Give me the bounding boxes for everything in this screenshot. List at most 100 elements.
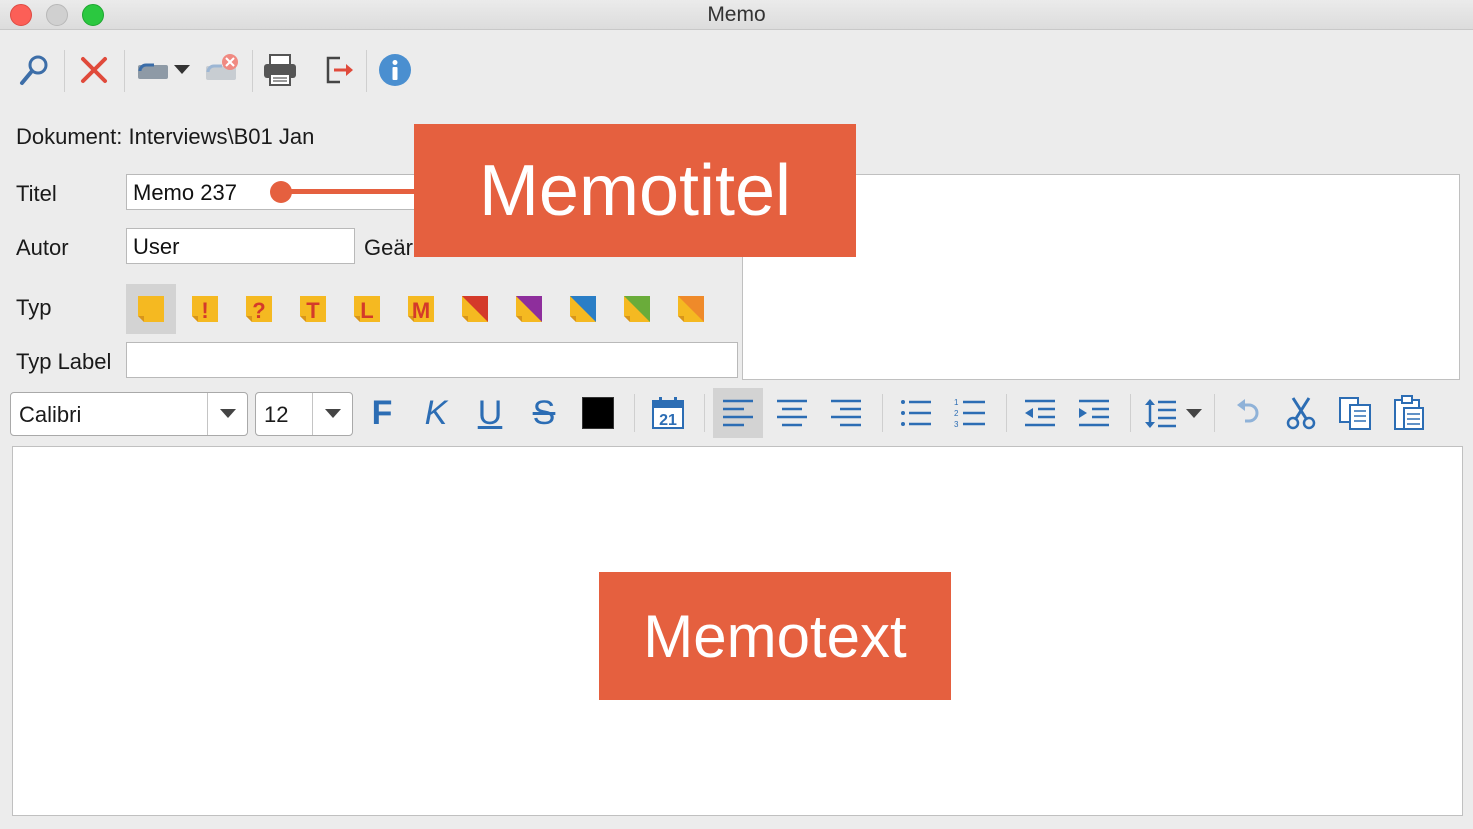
title-bar: Memo xyxy=(0,0,1473,30)
calendar-icon: 21 xyxy=(652,397,684,429)
export-button[interactable] xyxy=(316,48,360,92)
memo-note-icon xyxy=(570,296,596,322)
memo-note-icon xyxy=(624,296,650,322)
search-button[interactable] xyxy=(12,48,56,92)
format-separator xyxy=(1130,394,1131,432)
font-size-value: 12 xyxy=(264,402,289,427)
format-separator xyxy=(634,394,635,432)
memo-note-icon xyxy=(138,296,164,322)
paste-button[interactable] xyxy=(1384,388,1434,438)
memo-type-plain-button[interactable] xyxy=(126,284,176,334)
indent-button[interactable] xyxy=(1069,388,1119,438)
underline-icon: U xyxy=(477,394,503,432)
author-input[interactable]: User xyxy=(126,228,355,264)
copy-button[interactable] xyxy=(1330,388,1380,438)
memo-note-icon: ? xyxy=(246,296,272,323)
align-left-icon xyxy=(723,399,753,427)
underline-button[interactable]: U xyxy=(465,388,515,438)
copy-icon xyxy=(1339,397,1371,430)
delete-button[interactable] xyxy=(72,48,116,92)
window-title: Memo xyxy=(707,3,766,26)
memo-type-purple-button[interactable] xyxy=(504,284,554,334)
undo-button[interactable] xyxy=(1223,388,1273,438)
info-icon xyxy=(379,54,411,86)
text-color-button[interactable] xyxy=(573,388,623,438)
author-label: Autor xyxy=(16,235,69,260)
memo-note-icon xyxy=(516,296,542,322)
numbered-list-icon: 1 2 3 xyxy=(954,398,985,428)
info-button[interactable] xyxy=(373,48,417,92)
memo-type-glyph: ? xyxy=(252,298,265,323)
search-icon xyxy=(20,55,48,85)
type-label-input[interactable] xyxy=(126,342,738,378)
link-dropdown-icon xyxy=(138,63,190,79)
link-dropdown-button[interactable] xyxy=(134,48,194,92)
delete-icon xyxy=(81,57,107,83)
memo-note-icon xyxy=(462,296,488,322)
font-family-select[interactable]: Calibri xyxy=(10,392,248,436)
unlink-button[interactable] xyxy=(200,48,244,92)
title-label: Titel xyxy=(16,181,57,206)
type-label: Typ xyxy=(16,295,52,320)
cut-button[interactable] xyxy=(1276,388,1326,438)
type-label-label: Typ Label xyxy=(16,349,112,374)
font-family-value: Calibri xyxy=(19,402,82,427)
memo-type-green-button[interactable] xyxy=(612,284,662,334)
strikethrough-icon: S xyxy=(532,394,556,432)
callout-connector-line xyxy=(280,189,416,194)
numbered-list-button[interactable]: 1 2 3 xyxy=(945,388,995,438)
unlink-icon xyxy=(206,54,238,80)
svg-text:1: 1 xyxy=(954,398,959,407)
bold-button[interactable]: F xyxy=(357,388,407,438)
bullet-list-icon xyxy=(901,400,931,426)
toolbar-separator xyxy=(64,50,65,92)
memo-type-glyph: L xyxy=(360,298,373,323)
memo-type-exclamation-button[interactable]: ! xyxy=(180,284,230,334)
format-separator xyxy=(882,394,883,432)
align-left-button[interactable] xyxy=(713,388,763,438)
outdent-icon xyxy=(1025,399,1055,427)
toolbar-separator xyxy=(366,50,367,92)
memo-type-l-button[interactable]: L xyxy=(342,284,392,334)
memo-type-blue-button[interactable] xyxy=(558,284,608,334)
italic-button[interactable]: K xyxy=(411,388,461,438)
memo-text-callout: Memotext xyxy=(599,572,951,700)
line-spacing-button[interactable] xyxy=(1139,388,1209,438)
format-separator xyxy=(1006,394,1007,432)
bold-icon: F xyxy=(371,394,393,432)
memo-note-icon: T xyxy=(300,296,326,323)
memo-note-icon: ! xyxy=(192,296,218,323)
align-right-icon xyxy=(831,399,861,427)
svg-text:3: 3 xyxy=(954,420,959,428)
memo-type-glyph: M xyxy=(412,298,430,323)
format-separator xyxy=(704,394,705,432)
format-separator xyxy=(1214,394,1215,432)
insert-date-button[interactable]: 21 xyxy=(643,388,693,438)
memo-type-orange-button[interactable] xyxy=(666,284,716,334)
print-button[interactable] xyxy=(258,48,302,92)
print-icon xyxy=(264,54,296,86)
align-right-button[interactable] xyxy=(821,388,871,438)
align-center-icon xyxy=(777,399,807,427)
font-size-select[interactable]: 12 xyxy=(255,392,353,436)
chevron-down-icon xyxy=(312,393,352,435)
align-center-button[interactable] xyxy=(767,388,817,438)
memo-type-t-button[interactable]: T xyxy=(288,284,338,334)
memo-title-callout: Memotitel xyxy=(414,124,856,257)
memo-type-question-button[interactable]: ? xyxy=(234,284,284,334)
indent-icon xyxy=(1079,399,1109,427)
bullet-list-button[interactable] xyxy=(891,388,941,438)
color-swatch xyxy=(582,397,614,429)
outdent-button[interactable] xyxy=(1015,388,1065,438)
memo-note-icon: L xyxy=(354,296,380,323)
chevron-down-icon xyxy=(207,393,247,435)
memo-type-red-button[interactable] xyxy=(450,284,500,334)
toolbar-separator xyxy=(252,50,253,92)
svg-text:2: 2 xyxy=(954,409,959,418)
export-icon xyxy=(326,56,353,84)
memo-type-m-button[interactable]: M xyxy=(396,284,446,334)
memo-type-glyph: T xyxy=(306,298,320,323)
strikethrough-button[interactable]: S xyxy=(519,388,569,438)
memo-note-icon: M xyxy=(408,296,434,323)
memo-note-icon xyxy=(678,296,704,322)
